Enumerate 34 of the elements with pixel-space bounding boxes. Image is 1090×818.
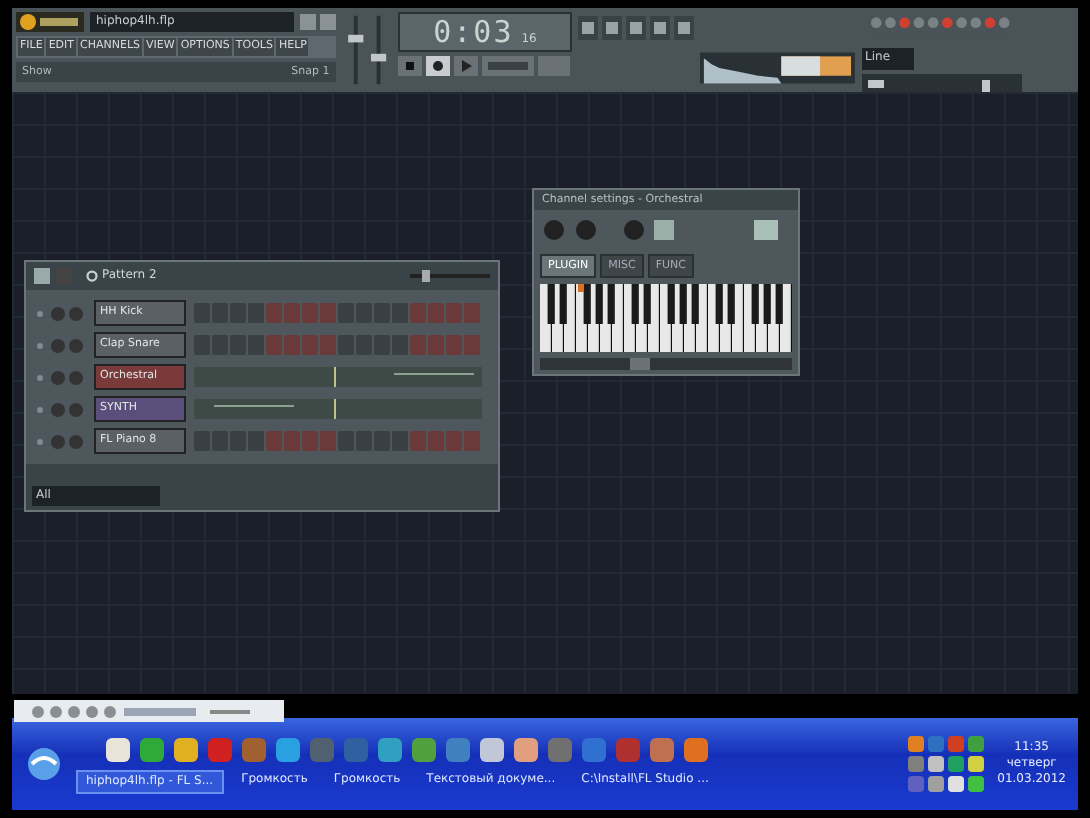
piano-roll-preview-drawing[interactable] [194, 366, 482, 388]
app-icon[interactable] [274, 735, 302, 763]
channel-knobs-icon[interactable] [34, 433, 86, 449]
window-shortcut-icon[interactable] [578, 16, 599, 40]
window-shortcut-icon[interactable] [626, 16, 647, 40]
tempo-display-icon [481, 56, 534, 76]
window-shortcut-icon[interactable] [650, 16, 671, 40]
window-shortcut-icon[interactable] [602, 16, 623, 40]
pattern-icon[interactable] [34, 268, 74, 284]
fruit-logo-icon [16, 12, 84, 32]
app-icon[interactable] [138, 735, 166, 763]
swing-slider-icon[interactable] [410, 268, 490, 284]
cpu-graph-icon [700, 52, 856, 84]
channel-knobs-icon[interactable] [34, 337, 86, 353]
media-player-bar[interactable] [14, 700, 284, 722]
stop-icon[interactable] [397, 56, 422, 76]
app-icon[interactable] [512, 735, 540, 763]
record-icon[interactable] [425, 56, 450, 76]
pattern-display-icon [537, 56, 570, 76]
app-icon[interactable] [376, 735, 404, 763]
start-icon[interactable] [24, 744, 64, 784]
app-icon[interactable] [104, 735, 132, 763]
scrollbar-icon[interactable] [540, 358, 792, 370]
window-shortcut-icon[interactable] [674, 16, 695, 40]
channel-knobs-icon[interactable] [34, 305, 86, 321]
app-icon[interactable] [478, 735, 506, 763]
piano-roll-preview-drawing[interactable] [194, 398, 482, 420]
window-buttons-icon[interactable] [299, 14, 336, 30]
channel-knobs-icon[interactable] [34, 401, 86, 417]
piano-keyboard-drawing[interactable] [540, 284, 792, 352]
time-text: 0:03 [433, 16, 514, 50]
channel-knobs-icon[interactable] [34, 369, 86, 385]
tray-icons-icon[interactable] [905, 734, 986, 794]
app-icon[interactable] [172, 735, 200, 763]
